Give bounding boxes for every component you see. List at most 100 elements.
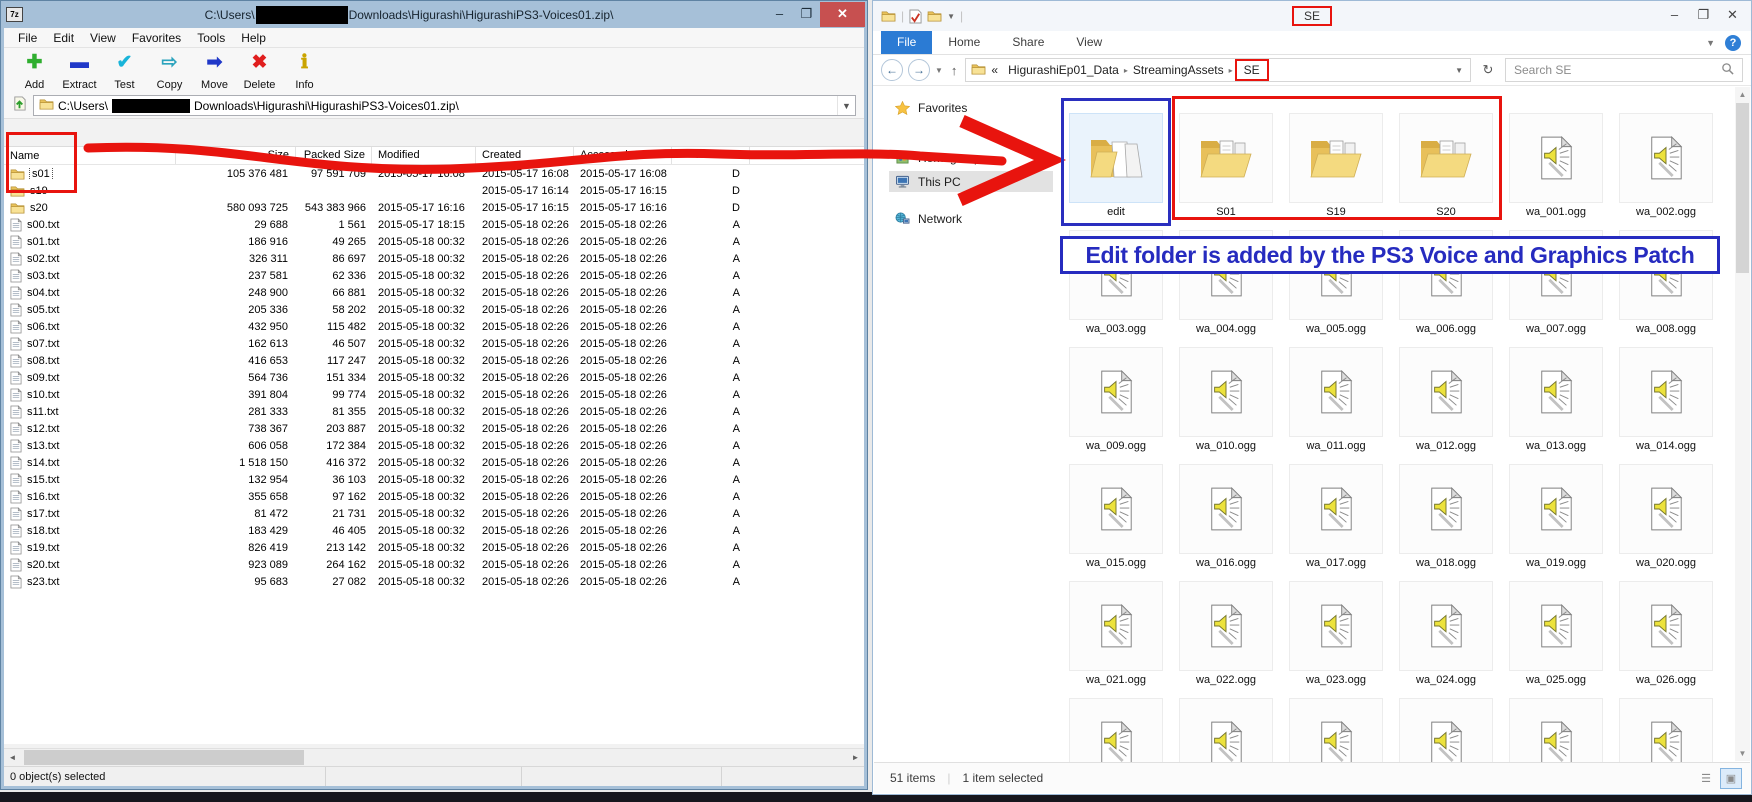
horizontal-scrollbar[interactable]: ◄ ► xyxy=(4,748,864,766)
toolbar-button-info[interactable]: ℹInfo xyxy=(282,50,327,93)
file-tile[interactable]: wa_011.ogg xyxy=(1289,347,1383,437)
vertical-scrollbar[interactable]: ▲ ▼ xyxy=(1735,87,1750,761)
address-bar[interactable]: « HigurashiEp01_Data▸StreamingAssets▸SE … xyxy=(965,58,1471,82)
file-tile[interactable]: wa_020.ogg xyxy=(1619,464,1713,554)
file-tile[interactable]: wa_022.ogg xyxy=(1179,581,1273,671)
file-tile[interactable]: wa_006.ogg xyxy=(1399,230,1493,320)
file-tile[interactable]: wa_025.ogg xyxy=(1509,581,1603,671)
archive-row[interactable]: s10.txt391 80499 7742015-05-18 00:322015… xyxy=(4,386,864,403)
archive-row[interactable]: s03.txt237 58162 3362015-05-18 00:322015… xyxy=(4,267,864,284)
toolbar-button-add[interactable]: ✚Add xyxy=(12,50,57,93)
address-history-icon[interactable]: ▼ xyxy=(1448,66,1470,75)
toolbar-button-extract[interactable]: ▬Extract xyxy=(57,50,102,93)
archive-row[interactable]: s06.txt432 950115 4822015-05-18 00:32201… xyxy=(4,318,864,335)
file-tile[interactable]: wa_024.ogg xyxy=(1399,581,1493,671)
file-tile[interactable] xyxy=(1069,698,1163,764)
customize-chevron-icon[interactable]: ▼ xyxy=(947,12,955,21)
menu-item-view[interactable]: View xyxy=(82,29,124,47)
file-tile[interactable] xyxy=(1619,698,1713,764)
menu-item-favorites[interactable]: Favorites xyxy=(124,29,189,47)
forward-button[interactable]: → xyxy=(908,59,930,81)
archive-row[interactable]: s12.txt738 367203 8872015-05-18 00:32201… xyxy=(4,420,864,437)
details-view-icon[interactable]: ☰ xyxy=(1695,768,1717,789)
address-dropdown-icon[interactable]: ▼ xyxy=(837,96,855,115)
sidebar-item-favorites[interactable]: Favorites xyxy=(889,97,973,118)
toolbar-button-delete[interactable]: ✖Delete xyxy=(237,50,282,93)
file-tile[interactable]: wa_023.ogg xyxy=(1289,581,1383,671)
column-header-name[interactable]: Name xyxy=(4,147,176,164)
sevenzip-address-combo[interactable]: C:\Users\Downloads\Higurashi\HigurashiPS… xyxy=(33,95,856,116)
file-tile[interactable]: wa_015.ogg xyxy=(1069,464,1163,554)
archive-row[interactable]: s05.txt205 33658 2022015-05-18 00:322015… xyxy=(4,301,864,318)
toolbar-button-copy[interactable]: ⇨Copy xyxy=(147,50,192,93)
folder-tile[interactable]: S19 xyxy=(1289,113,1383,203)
search-input[interactable]: Search SE xyxy=(1505,58,1743,82)
sidebar-item-this-pc[interactable]: This PC xyxy=(889,171,1053,192)
thumbnail-view-icon[interactable]: ▣ xyxy=(1720,768,1742,789)
file-tile[interactable] xyxy=(1179,698,1273,764)
menu-item-file[interactable]: File xyxy=(10,29,45,47)
explorer-titlebar[interactable]: | ▼| SE – ❐ ✕ xyxy=(873,1,1751,31)
ribbon-expand-icon[interactable]: ▼ xyxy=(1706,38,1715,48)
sidebar-item-homegroup[interactable]: Homegroup xyxy=(889,147,987,168)
archive-row[interactable]: s15.txt132 95436 1032015-05-18 00:322015… xyxy=(4,471,864,488)
file-tile[interactable]: wa_001.ogg xyxy=(1509,113,1603,203)
close-button[interactable]: ✕ xyxy=(1718,3,1747,27)
folder-tile[interactable]: edit xyxy=(1069,113,1163,203)
toolbar-button-move[interactable]: ➡Move xyxy=(192,50,237,93)
archive-row[interactable]: s00.txt29 6881 5612015-05-17 18:152015-0… xyxy=(4,216,864,233)
archive-row[interactable]: s11.txt281 33381 3552015-05-18 00:322015… xyxy=(4,403,864,420)
file-tile[interactable]: wa_013.ogg xyxy=(1509,347,1603,437)
archive-row[interactable]: s20580 093 725543 383 9662015-05-17 16:1… xyxy=(4,199,864,216)
recent-locations-icon[interactable]: ▼ xyxy=(935,66,943,75)
file-tile[interactable]: wa_021.ogg xyxy=(1069,581,1163,671)
archive-row[interactable]: s14.txt1 518 150416 3722015-05-18 00:322… xyxy=(4,454,864,471)
file-tile[interactable]: wa_007.ogg xyxy=(1509,230,1603,320)
back-button[interactable]: ← xyxy=(881,59,903,81)
tab-share[interactable]: Share xyxy=(996,31,1060,54)
archive-row[interactable]: s23.txt95 68327 0822015-05-18 00:322015-… xyxy=(4,573,864,590)
menu-item-edit[interactable]: Edit xyxy=(45,29,82,47)
scroll-down-icon[interactable]: ▼ xyxy=(1735,746,1750,761)
file-tile[interactable]: wa_005.ogg xyxy=(1289,230,1383,320)
breadcrumb-item[interactable]: SE xyxy=(1235,59,1269,81)
column-header-modified[interactable]: Modified xyxy=(372,147,476,164)
file-tile[interactable]: wa_019.ogg xyxy=(1509,464,1603,554)
maximize-button[interactable]: ❐ xyxy=(1689,3,1718,27)
archive-row[interactable]: s16.txt355 65897 1622015-05-18 00:322015… xyxy=(4,488,864,505)
help-icon[interactable]: ? xyxy=(1725,35,1741,51)
refresh-icon[interactable]: ↻ xyxy=(1476,62,1500,78)
sevenzip-titlebar[interactable]: 7z C:\Users\Downloads\Higurashi\Higurash… xyxy=(1,1,867,28)
breadcrumb-item[interactable]: StreamingAssets xyxy=(1128,63,1229,77)
column-header-created[interactable]: Created xyxy=(476,147,574,164)
file-tile[interactable]: wa_003.ogg xyxy=(1069,230,1163,320)
tab-view[interactable]: View xyxy=(1060,31,1118,54)
file-tile[interactable]: wa_012.ogg xyxy=(1399,347,1493,437)
tab-home[interactable]: Home xyxy=(932,31,996,54)
file-tile[interactable]: wa_004.ogg xyxy=(1179,230,1273,320)
archive-row[interactable]: s04.txt248 90066 8812015-05-18 00:322015… xyxy=(4,284,864,301)
menu-item-tools[interactable]: Tools xyxy=(189,29,233,47)
folder-tile[interactable]: S20 xyxy=(1399,113,1493,203)
scrollbar-thumb[interactable] xyxy=(1736,103,1749,273)
folder-tile[interactable]: S01 xyxy=(1179,113,1273,203)
file-tile[interactable]: wa_014.ogg xyxy=(1619,347,1713,437)
maximize-button[interactable]: ❐ xyxy=(793,2,820,27)
column-header-packed-size[interactable]: Packed Size xyxy=(296,147,372,164)
archive-row[interactable]: s192015-05-17 16:142015-05-17 16:15D xyxy=(4,182,864,199)
archive-row[interactable]: s18.txt183 42946 4052015-05-18 00:322015… xyxy=(4,522,864,539)
minimize-button[interactable]: – xyxy=(766,2,793,27)
file-tile[interactable]: wa_008.ogg xyxy=(1619,230,1713,320)
archive-row[interactable]: s20.txt923 089264 1622015-05-18 00:32201… xyxy=(4,556,864,573)
sidebar-item-network[interactable]: Network xyxy=(889,208,968,229)
archive-row[interactable]: s01.txt186 91649 2652015-05-18 00:322015… xyxy=(4,233,864,250)
file-tile[interactable] xyxy=(1509,698,1603,764)
archive-row[interactable]: s07.txt162 61346 5072015-05-18 00:322015… xyxy=(4,335,864,352)
toolbar-button-test[interactable]: ✔Test xyxy=(102,50,147,93)
archive-row[interactable]: s01105 376 48197 591 7092015-05-17 16:08… xyxy=(4,165,864,182)
column-header-size[interactable]: Size xyxy=(176,147,296,164)
file-tile[interactable]: wa_018.ogg xyxy=(1399,464,1493,554)
menu-item-help[interactable]: Help xyxy=(233,29,274,47)
archive-row[interactable]: s08.txt416 653117 2472015-05-18 00:32201… xyxy=(4,352,864,369)
column-header-attributes[interactable]: Attributes xyxy=(672,147,750,164)
